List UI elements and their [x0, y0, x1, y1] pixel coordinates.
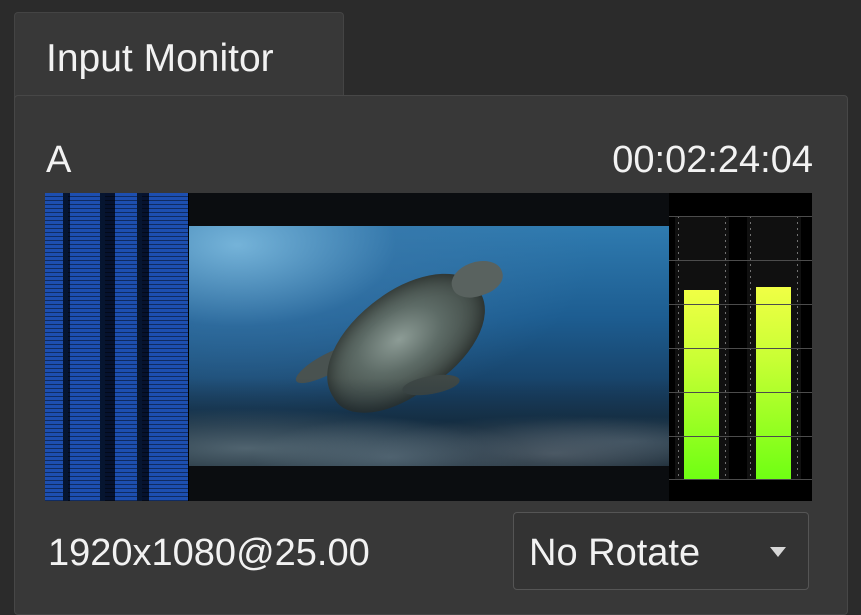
meter-tick: [669, 479, 812, 480]
input-monitor-display: [45, 193, 812, 501]
chevron-down-icon: [770, 547, 786, 557]
meter-tick: [669, 348, 812, 349]
reef-floor: [189, 378, 669, 466]
resolution-label: 1920x1080@25.00: [48, 532, 370, 574]
timecode: 00:02:24:04: [612, 139, 813, 181]
waveform-divider: [137, 193, 142, 501]
meter-tick: [669, 260, 812, 261]
waveform-panel: [45, 193, 188, 501]
rotation-select[interactable]: No Rotate: [513, 512, 809, 590]
audio-meters: [669, 193, 812, 501]
video-preview: [189, 193, 669, 501]
video-frame: [189, 226, 669, 466]
audio-meter-left-fill: [684, 290, 719, 479]
meter-tick: [669, 304, 812, 305]
waveform-divider: [63, 193, 68, 501]
input-monitor-tab[interactable]: Input Monitor: [14, 12, 344, 100]
rotation-select-value: No Rotate: [529, 532, 701, 574]
meter-tick: [669, 392, 812, 393]
input-monitor-tab-label: Input Monitor: [46, 37, 274, 80]
channel-label: A: [46, 139, 72, 181]
audio-meter-right-fill: [756, 287, 791, 479]
meter-tick: [669, 436, 812, 437]
meter-tick: [669, 216, 812, 217]
waveform-divider: [100, 193, 105, 501]
